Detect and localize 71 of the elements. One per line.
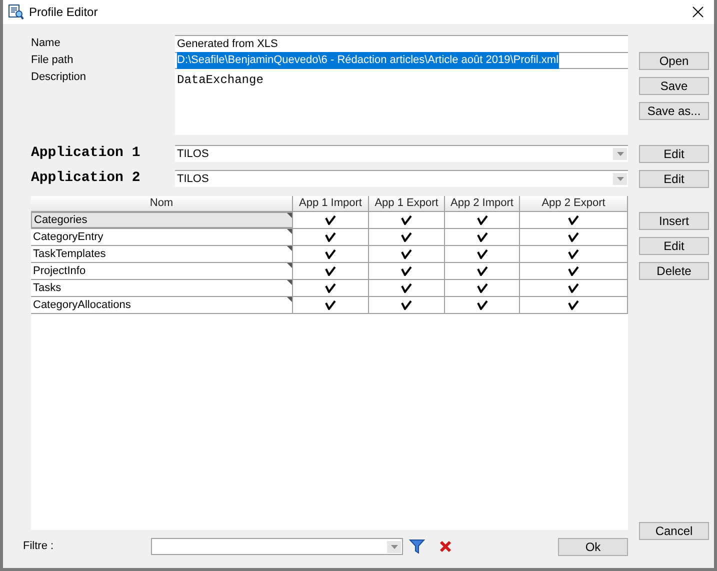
checkbox[interactable] bbox=[568, 215, 579, 225]
column-header[interactable]: App 1 Import bbox=[293, 196, 369, 211]
file-button[interactable]: Save bbox=[639, 77, 709, 95]
checkbox[interactable] bbox=[401, 266, 412, 276]
checkbox[interactable] bbox=[568, 249, 579, 259]
checkbox[interactable] bbox=[401, 249, 412, 259]
filter-label: Filtre : bbox=[23, 539, 55, 554]
checkbox[interactable] bbox=[325, 283, 336, 293]
checkbox[interactable] bbox=[325, 300, 336, 310]
checkbox[interactable] bbox=[568, 300, 579, 310]
checkbox[interactable] bbox=[476, 249, 488, 259]
filter-dropdown[interactable] bbox=[151, 538, 403, 555]
column-header[interactable]: Nom bbox=[31, 196, 293, 211]
window-title: Profile Editor bbox=[29, 4, 98, 21]
row-name-cell[interactable]: Categories bbox=[31, 212, 293, 228]
table-button[interactable]: Insert bbox=[639, 212, 709, 230]
checkbox[interactable] bbox=[476, 266, 488, 276]
checkbox[interactable] bbox=[476, 215, 488, 225]
cancel-button[interactable]: Cancel bbox=[639, 522, 709, 540]
checkbox[interactable] bbox=[476, 232, 488, 242]
column-header[interactable]: App 2 Import bbox=[445, 196, 520, 211]
name-field[interactable]: Generated from XLS bbox=[175, 35, 628, 52]
file-path-field[interactable]: D:\Seafile\BenjaminQuevedo\6 - Rédaction articles\Article août 2019\Profil.xml bbox=[175, 52, 628, 69]
checkbox[interactable] bbox=[401, 232, 412, 242]
table-button[interactable]: Edit bbox=[639, 237, 709, 255]
row-name-cell[interactable]: TaskTemplates bbox=[31, 246, 293, 262]
edit-button[interactable]: Edit bbox=[639, 170, 709, 188]
filter-icon[interactable] bbox=[409, 539, 425, 554]
file-button[interactable]: Open bbox=[639, 52, 709, 70]
column-header[interactable]: App 2 Export bbox=[520, 196, 628, 211]
file-path-text: D:\Seafile\BenjaminQuevedo\6 - Rédaction articles\Article août 2019\Profil.xml bbox=[177, 52, 559, 69]
checkbox[interactable] bbox=[401, 300, 412, 310]
checkbox[interactable] bbox=[476, 283, 488, 293]
field-label: Description bbox=[31, 70, 88, 86]
corner-marker-icon bbox=[287, 229, 292, 234]
application-label: Application 2 bbox=[31, 169, 142, 188]
table-button[interactable]: Delete bbox=[639, 262, 709, 280]
row-name-cell[interactable]: CategoryAllocations bbox=[31, 297, 293, 313]
checkbox[interactable] bbox=[568, 266, 579, 276]
row-name-cell[interactable]: Tasks bbox=[31, 280, 293, 296]
dropdown-value: TILOS bbox=[177, 172, 210, 187]
clear-icon[interactable] bbox=[439, 540, 452, 553]
checkbox[interactable] bbox=[568, 232, 579, 242]
row-name-cell[interactable]: CategoryEntry bbox=[31, 229, 293, 245]
application-label: Application 1 bbox=[31, 144, 142, 163]
checkbox[interactable] bbox=[325, 215, 336, 225]
column-header[interactable]: App 1 Export bbox=[369, 196, 445, 211]
checkbox[interactable] bbox=[401, 283, 412, 293]
file-button[interactable]: Save as... bbox=[639, 102, 709, 120]
corner-marker-icon bbox=[287, 297, 292, 302]
corner-marker-icon bbox=[287, 213, 292, 218]
edit-button[interactable]: Edit bbox=[639, 145, 709, 163]
field-label: File path bbox=[31, 53, 74, 68]
checkbox[interactable] bbox=[325, 232, 336, 242]
corner-marker-icon bbox=[287, 246, 292, 251]
description-field[interactable]: DataExchange bbox=[175, 69, 628, 135]
close-icon[interactable] bbox=[692, 6, 704, 18]
corner-marker-icon bbox=[287, 263, 292, 268]
checkbox[interactable] bbox=[325, 266, 336, 276]
corner-marker-icon bbox=[287, 280, 292, 285]
ok-button[interactable]: Ok bbox=[558, 538, 628, 556]
application-dropdown[interactable]: TILOS bbox=[175, 145, 628, 162]
app-icon bbox=[8, 4, 24, 20]
application-dropdown[interactable]: TILOS bbox=[175, 170, 628, 187]
row-name-cell[interactable]: ProjectInfo bbox=[31, 263, 293, 279]
field-label: Name bbox=[31, 36, 62, 52]
checkbox[interactable] bbox=[476, 300, 488, 310]
dropdown-value: TILOS bbox=[177, 146, 210, 162]
checkbox[interactable] bbox=[325, 249, 336, 259]
checkbox[interactable] bbox=[568, 283, 579, 293]
checkbox[interactable] bbox=[401, 215, 412, 225]
